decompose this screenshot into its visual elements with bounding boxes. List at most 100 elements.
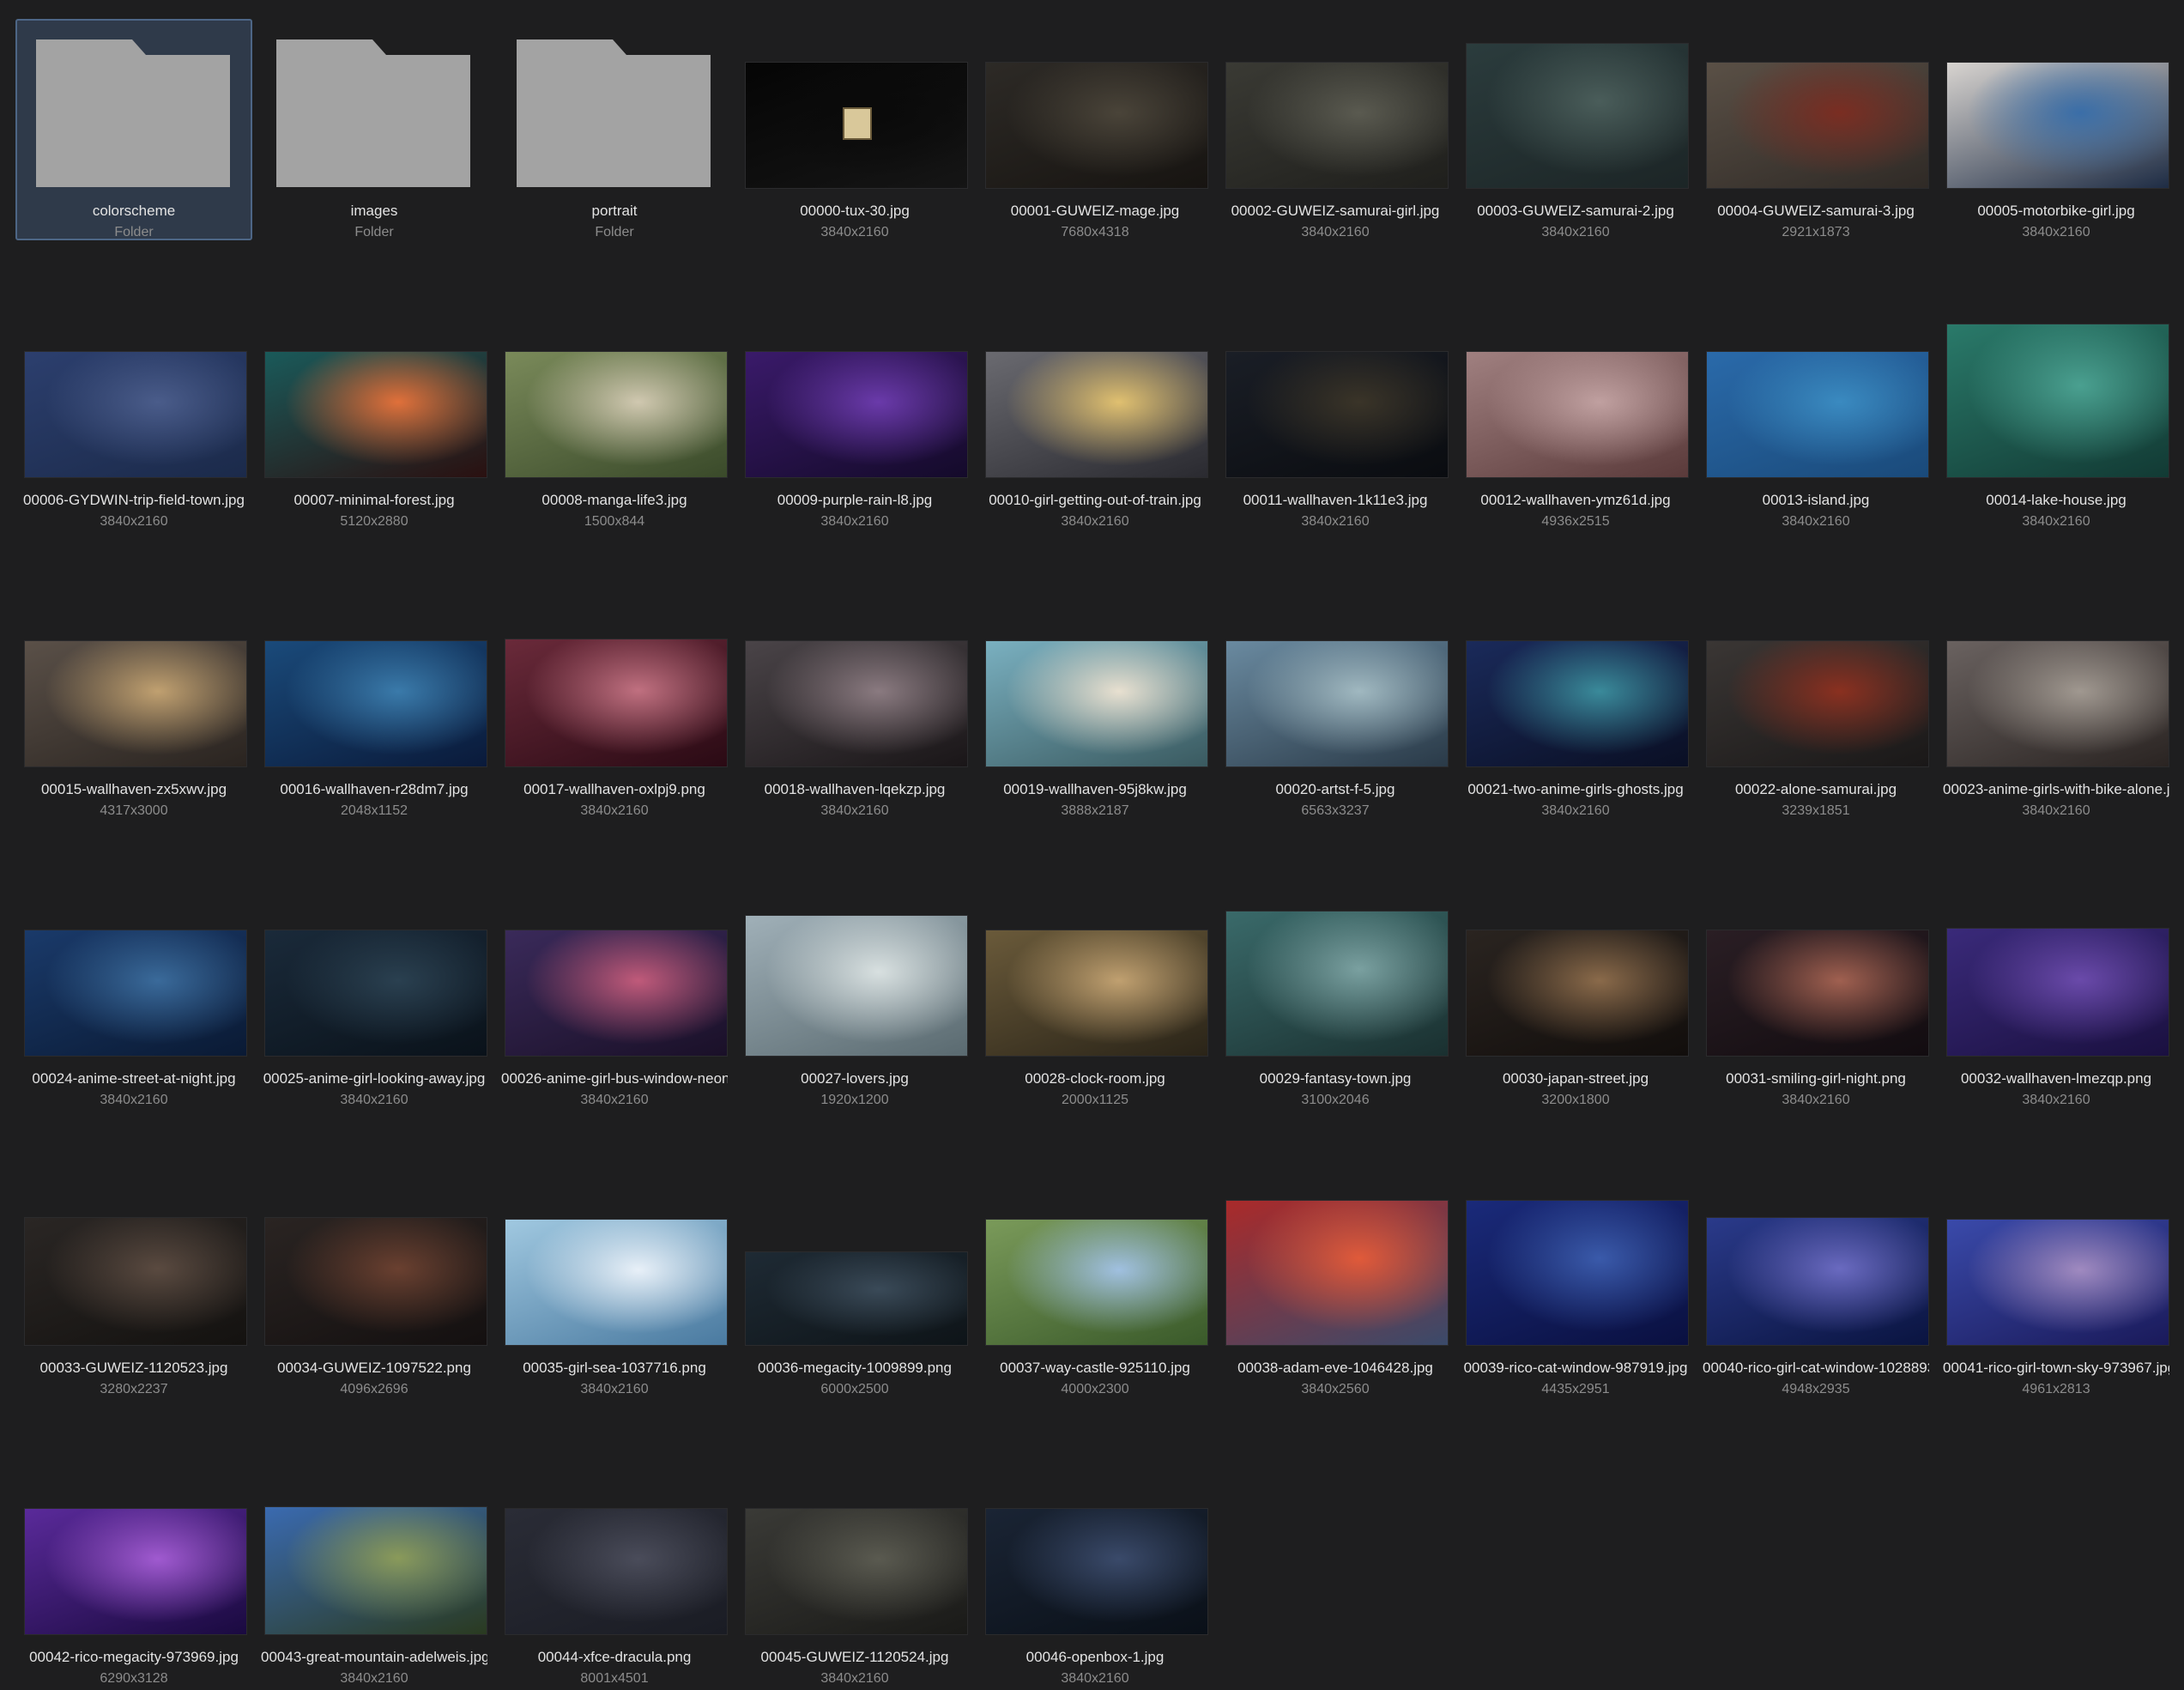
file-item[interactable]: 00018-wallhaven-lqekzp.jpg 3840x2160 xyxy=(736,597,973,819)
file-item[interactable]: 00028-clock-room.jpg 2000x1125 xyxy=(977,887,1213,1108)
item-detail: 2000x1125 xyxy=(1062,1093,1128,1107)
folder-item[interactable]: colorscheme Folder xyxy=(15,19,252,240)
item-name: 00015-wallhaven-zx5xwv.jpg xyxy=(40,781,227,797)
thumbnail-area xyxy=(738,21,971,201)
file-item[interactable]: 00026-anime-girl-bus-window-neon.jpg 3840… xyxy=(496,887,733,1108)
item-name: 00009-purple-rain-l8.jpg xyxy=(777,492,933,508)
file-item[interactable]: 00009-purple-rain-l8.jpg 3840x2160 xyxy=(736,308,973,530)
file-item[interactable]: 00014-lake-house.jpg 3840x2160 xyxy=(1938,308,2175,530)
thumbnail-area xyxy=(738,310,971,490)
thumbnail-area xyxy=(257,599,491,779)
thumbnail-image xyxy=(1225,911,1449,1057)
item-detail: 3840x2160 xyxy=(2022,225,2090,239)
file-item[interactable]: 00025-anime-girl-looking-away.jpg 3840x21… xyxy=(256,887,493,1108)
file-item[interactable]: 00032-wallhaven-lmezqp.png 3840x2160 xyxy=(1938,887,2175,1108)
file-item[interactable]: 00035-girl-sea-1037716.png 3840x2160 xyxy=(496,1176,733,1397)
file-item[interactable]: 00044-xfce-dracula.png 8001x4501 xyxy=(496,1465,733,1687)
file-item[interactable]: 00046-openbox-1.jpg 3840x2160 xyxy=(977,1465,1213,1687)
item-detail: 3840x2160 xyxy=(820,1671,889,1686)
file-item[interactable]: 00031-smiling-girl-night.png 3840x2160 xyxy=(1697,887,1934,1108)
item-detail: 3840x2160 xyxy=(1301,225,1370,239)
file-item[interactable]: 00020-artst-f-5.jpg 6563x3237 xyxy=(1217,597,1454,819)
file-item[interactable]: 00036-megacity-1009899.png 6000x2500 xyxy=(736,1176,973,1397)
file-item[interactable]: 00041-rico-girl-town-sky-973967.jpg 4961x… xyxy=(1938,1176,2175,1397)
file-item[interactable]: 00034-GUWEIZ-1097522.png 4096x2696 xyxy=(256,1176,493,1397)
folder-item[interactable]: portrait Folder xyxy=(496,19,733,240)
file-item[interactable]: 00043-great-mountain-adelweis.jpg 3840x21… xyxy=(256,1465,493,1687)
file-item[interactable]: 00013-island.jpg 3840x2160 xyxy=(1697,308,1934,530)
item-name: 00040-rico-girl-cat-window-1028893.jpg xyxy=(1703,1360,1929,1376)
file-item[interactable]: 00038-adam-eve-1046428.jpg 3840x2560 xyxy=(1217,1176,1454,1397)
thumbnail-area xyxy=(738,1178,971,1358)
thumbnail-area xyxy=(1699,1178,1933,1358)
file-item[interactable]: 00010-girl-getting-out-of-train.jpg 3840x… xyxy=(977,308,1213,530)
thumbnail-area xyxy=(978,1178,1212,1358)
item-name: 00026-anime-girl-bus-window-neon.jpg xyxy=(501,1070,728,1087)
thumbnail-image xyxy=(985,1508,1208,1635)
item-detail: 3840x2160 xyxy=(580,1093,649,1107)
item-name: 00042-rico-megacity-973969.jpg xyxy=(29,1649,239,1665)
thumbnail-area xyxy=(498,1178,731,1358)
file-item[interactable]: 00024-anime-street-at-night.jpg 3840x2160 xyxy=(15,887,252,1108)
file-item[interactable]: 00011-wallhaven-1k11e3.jpg 3840x2160 xyxy=(1217,308,1454,530)
file-item[interactable]: 00042-rico-megacity-973969.jpg 6290x3128 xyxy=(15,1465,252,1687)
thumbnail-area xyxy=(1459,888,1692,1069)
item-detail: 4961x2813 xyxy=(2022,1382,2090,1396)
item-detail: 6563x3237 xyxy=(1301,803,1370,818)
thumbnail-image xyxy=(24,1508,247,1635)
item-detail: 1920x1200 xyxy=(820,1093,889,1107)
item-name: 00030-japan-street.jpg xyxy=(1502,1070,1649,1087)
thumbnail-area xyxy=(17,1467,251,1647)
file-item[interactable]: 00030-japan-street.jpg 3200x1800 xyxy=(1457,887,1694,1108)
item-name: 00001-GUWEIZ-mage.jpg xyxy=(1010,203,1180,219)
thumbnail-area xyxy=(1699,21,1933,201)
file-item[interactable]: 00008-manga-life3.jpg 1500x844 xyxy=(496,308,733,530)
thumbnail-image xyxy=(745,915,968,1057)
thumbnail-area xyxy=(257,310,491,490)
file-item[interactable]: 00021-two-anime-girls-ghosts.jpg 3840x216… xyxy=(1457,597,1694,819)
item-name: 00008-manga-life3.jpg xyxy=(541,492,687,508)
file-item[interactable]: 00017-wallhaven-oxlpj9.png 3840x2160 xyxy=(496,597,733,819)
thumbnail-area xyxy=(498,599,731,779)
item-detail: 3840x2160 xyxy=(1061,1671,1129,1686)
file-item[interactable]: 00039-rico-cat-window-987919.jpg 4435x295… xyxy=(1457,1176,1694,1397)
file-item[interactable]: 00006-GYDWIN-trip-field-town.jpg 3840x216… xyxy=(15,308,252,530)
file-item[interactable]: 00037-way-castle-925110.jpg 4000x2300 xyxy=(977,1176,1213,1397)
thumbnail-image xyxy=(745,640,968,767)
item-detail: 3840x2160 xyxy=(100,514,168,529)
item-name: 00043-great-mountain-adelweis.jpg xyxy=(261,1649,487,1665)
thumbnail-area xyxy=(1219,21,1452,201)
item-detail: 3840x2160 xyxy=(820,225,889,239)
file-item[interactable]: 00027-lovers.jpg 1920x1200 xyxy=(736,887,973,1108)
file-item[interactable]: 00045-GUWEIZ-1120524.jpg 3840x2160 xyxy=(736,1465,973,1687)
item-name: colorscheme xyxy=(92,203,176,219)
file-item[interactable]: 00022-alone-samurai.jpg 3239x1851 xyxy=(1697,597,1934,819)
file-item[interactable]: 00019-wallhaven-95j8kw.jpg 3888x2187 xyxy=(977,597,1213,819)
item-name: 00039-rico-cat-window-987919.jpg xyxy=(1463,1360,1688,1376)
file-item[interactable]: 00033-GUWEIZ-1120523.jpg 3280x2237 xyxy=(15,1176,252,1397)
thumbnail-area xyxy=(498,310,731,490)
file-item[interactable]: 00007-minimal-forest.jpg 5120x2880 xyxy=(256,308,493,530)
file-item[interactable]: 00005-motorbike-girl.jpg 3840x2160 xyxy=(1938,19,2175,240)
thumbnail-image xyxy=(1946,62,2169,189)
tux-icon xyxy=(843,107,872,140)
folder-item[interactable]: images Folder xyxy=(256,19,493,240)
file-item[interactable]: 00016-wallhaven-r28dm7.jpg 2048x1152 xyxy=(256,597,493,819)
file-item[interactable]: 00015-wallhaven-zx5xwv.jpg 4317x3000 xyxy=(15,597,252,819)
thumbnail-image xyxy=(264,1506,487,1635)
file-item[interactable]: 00040-rico-girl-cat-window-1028893.jpg 49… xyxy=(1697,1176,1934,1397)
file-item[interactable]: 00029-fantasy-town.jpg 3100x2046 xyxy=(1217,887,1454,1108)
file-item[interactable]: 00000-tux-30.jpg 3840x2160 xyxy=(736,19,973,240)
file-item[interactable]: 00001-GUWEIZ-mage.jpg 7680x4318 xyxy=(977,19,1213,240)
thumbnail-image xyxy=(24,930,247,1057)
file-item[interactable]: 00023-anime-girls-with-bike-alone.jpg 384… xyxy=(1938,597,2175,819)
thumbnail-area xyxy=(257,21,491,201)
item-name: 00014-lake-house.jpg xyxy=(1986,492,2127,508)
file-item[interactable]: 00012-wallhaven-ymz61d.jpg 4936x2515 xyxy=(1457,308,1694,530)
item-name: 00044-xfce-dracula.png xyxy=(537,1649,692,1665)
file-item[interactable]: 00004-GUWEIZ-samurai-3.jpg 2921x1873 xyxy=(1697,19,1934,240)
file-item[interactable]: 00002-GUWEIZ-samurai-girl.jpg 3840x2160 xyxy=(1217,19,1454,240)
file-item[interactable]: 00003-GUWEIZ-samurai-2.jpg 3840x2160 xyxy=(1457,19,1694,240)
item-name: 00012-wallhaven-ymz61d.jpg xyxy=(1480,492,1671,508)
item-name: 00005-motorbike-girl.jpg xyxy=(1977,203,2135,219)
